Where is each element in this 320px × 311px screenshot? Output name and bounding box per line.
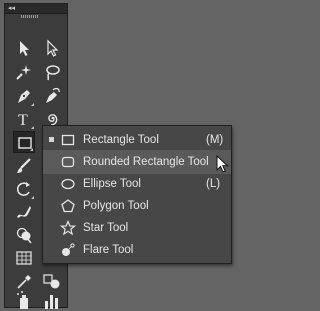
direct-selection-tool[interactable] (41, 37, 63, 59)
flyout-item-label: Rectangle Tool (83, 134, 159, 146)
shape-tools-flyout: Rectangle Tool (M) Rounded Rectangle Too… (42, 125, 232, 264)
star-icon (60, 220, 76, 236)
flyout-item-shortcut: (M) (206, 134, 224, 146)
rotate-tool[interactable] (13, 178, 35, 200)
flyout-item-label: Ellipse Tool (83, 178, 141, 190)
flyout-item-label: Rounded Rectangle Tool (83, 156, 209, 168)
shape-builder-tool[interactable] (13, 224, 35, 246)
flyout-item-flare-tool[interactable]: Flare Tool (43, 238, 231, 262)
perspective-grid-icon (16, 251, 32, 265)
brush-icon (17, 158, 31, 173)
flyout-item-rounded-rectangle-tool[interactable]: Rounded Rectangle Tool (43, 150, 231, 174)
hollow-arrow-icon (47, 39, 59, 57)
lasso-tool[interactable] (41, 61, 63, 83)
flyout-item-label: Flare Tool (83, 244, 134, 256)
mouse-pointer-icon (216, 155, 229, 173)
flyout-item-rectangle-tool[interactable]: Rectangle Tool (M) (43, 128, 231, 152)
flyout-item-star-tool[interactable]: Star Tool (43, 216, 231, 240)
type-tool[interactable]: T (13, 108, 35, 130)
polygon-icon (60, 198, 76, 214)
shape-builder-icon (16, 227, 32, 244)
selection-tool[interactable] (13, 37, 35, 59)
flyout-item-polygon-tool[interactable]: Polygon Tool (43, 194, 231, 218)
flyout-item-label: Polygon Tool (83, 200, 149, 212)
more-tools-indicator (31, 126, 34, 129)
more-tools-indicator (31, 103, 34, 106)
rectangle-tool[interactable] (13, 131, 35, 153)
magic-wand-icon (16, 65, 31, 80)
curvature-pen-icon (46, 87, 60, 103)
magic-wand-tool[interactable] (13, 61, 35, 83)
perspective-grid-tool[interactable] (13, 247, 35, 269)
ellipse-icon (60, 176, 76, 192)
more-tools-indicator (31, 196, 34, 199)
collapse-icon[interactable]: ◂◂ (8, 4, 15, 13)
flyout-item-ellipse-tool[interactable]: Ellipse Tool (L) (43, 172, 231, 196)
lasso-icon (46, 65, 60, 81)
flyout-item-shortcut: (L) (206, 178, 221, 190)
tools-panel-titlebar[interactable]: ◂◂ (5, 4, 67, 14)
panel-grip[interactable] (21, 15, 39, 18)
active-tool-bullet (49, 137, 54, 142)
warp-tool[interactable] (13, 201, 35, 223)
warp-icon (17, 206, 31, 218)
rectangle-icon (60, 132, 76, 148)
flyout-item-label: Star Tool (83, 222, 129, 234)
more-tools-indicator (30, 148, 33, 151)
flare-icon (60, 242, 76, 258)
svg-text:T: T (18, 112, 28, 129)
arrow-icon (20, 41, 29, 56)
curvature-tool[interactable] (41, 85, 63, 107)
rounded-rectangle-icon (60, 154, 76, 170)
paintbrush-tool[interactable] (13, 155, 35, 177)
pen-tool[interactable] (13, 85, 35, 107)
